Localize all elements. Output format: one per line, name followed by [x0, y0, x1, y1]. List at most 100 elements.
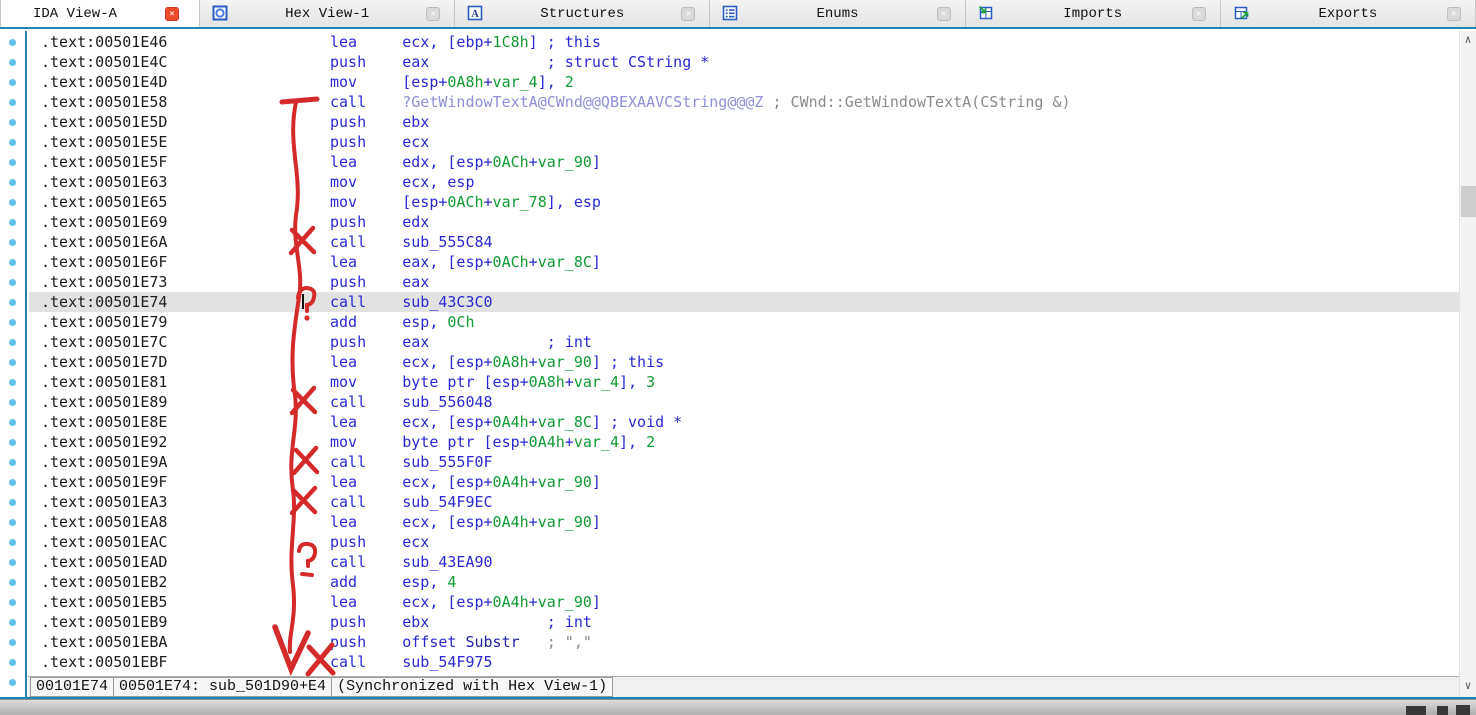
asm-mnemonic: lea [330, 153, 402, 171]
asm-token: edx, [esp+ [402, 153, 492, 171]
tab-bar: IDA View-A✕Hex View-1✕AStructures✕Enums✕… [0, 0, 1476, 29]
asm-token: ] [592, 473, 601, 491]
asm-line[interactable]: .text:00501E73 push eax [29, 272, 1459, 292]
asm-line[interactable]: .text:00501E8E lea ecx, [esp+0A4h+var_8C… [29, 412, 1459, 432]
asm-token: ecx [402, 133, 429, 151]
asm-address: .text:00501E69 [41, 213, 330, 231]
asm-line[interactable]: .text:00501E4C push eax ; struct CString… [29, 52, 1459, 72]
tab-close-icon[interactable]: ✕ [681, 7, 695, 21]
scrollbar-thumb[interactable] [1461, 186, 1476, 217]
asm-line[interactable]: .text:00501EB5 lea ecx, [esp+0A4h+var_90… [29, 592, 1459, 612]
asm-line[interactable]: .text:00501E6A call sub_555C84 [29, 232, 1459, 252]
asm-token: ] [592, 593, 601, 611]
asm-address: .text:00501E58 [41, 93, 330, 111]
asm-line[interactable]: .text:00501EA3 call sub_54F9EC [29, 492, 1459, 512]
asm-line[interactable]: .text:00501EBA push offset Substr ; "," [29, 632, 1459, 652]
asm-line[interactable]: .text:00501E92 mov byte ptr [esp+0A4h+va… [29, 432, 1459, 452]
taskbar-item [1456, 705, 1470, 715]
instruction-dot-icon [9, 159, 16, 166]
instruction-dot-icon [9, 259, 16, 266]
asm-line[interactable]: .text:00501EA8 lea ecx, [esp+0A4h+var_90… [29, 512, 1459, 532]
tab-close-icon[interactable]: ✕ [165, 7, 179, 21]
status-address-label: 00501E74: sub_501D90+E4 [113, 677, 332, 697]
instruction-dot-icon [9, 299, 16, 306]
disassembly-view[interactable]: .text:00501E46 lea ecx, [ebp+1C8h] ; thi… [0, 31, 1459, 697]
asm-token: 0A8h [529, 373, 565, 391]
asm-token: var_4 [574, 373, 619, 391]
asm-token: var_90 [538, 353, 592, 371]
asm-line[interactable]: .text:00501E79 add esp, 0Ch [29, 312, 1459, 332]
asm-line[interactable]: .text:00501E46 lea ecx, [ebp+1C8h] ; thi… [29, 32, 1459, 52]
asm-line[interactable]: .text:00501E65 mov [esp+0ACh+var_78], es… [29, 192, 1459, 212]
asm-token: sub_43EA90 [402, 553, 492, 571]
asm-token: eax ; int [402, 333, 592, 351]
asm-mnemonic: call [330, 393, 402, 411]
asm-address: .text:00501E73 [41, 273, 330, 291]
asm-line[interactable]: .text:00501E69 push edx [29, 212, 1459, 232]
asm-token: ?GetWindowTextA@CWnd@@QBEXAAVCString@@@Z [402, 93, 763, 111]
asm-line[interactable]: .text:00501E5D push ebx [29, 112, 1459, 132]
asm-line[interactable]: .text:00501EB9 push ebx ; int [29, 612, 1459, 632]
asm-line[interactable]: .text:00501E7D lea ecx, [esp+0A8h+var_90… [29, 352, 1459, 372]
asm-line[interactable]: .text:00501EBF call sub_54F975 [29, 652, 1459, 672]
asm-token: + [529, 353, 538, 371]
ida-window: IDA View-A✕Hex View-1✕AStructures✕Enums✕… [0, 0, 1476, 715]
asm-line[interactable]: .text:00501E7C push eax ; int [29, 332, 1459, 352]
asm-token: var_90 [538, 473, 592, 491]
asm-line[interactable]: .text:00501E81 mov byte ptr [esp+0A8h+va… [29, 372, 1459, 392]
tab-structures[interactable]: AStructures✕ [455, 0, 710, 27]
vertical-scrollbar[interactable]: ∧ ∨ [1459, 31, 1476, 697]
scroll-down-arrow-icon[interactable]: ∨ [1460, 679, 1476, 695]
asm-line[interactable]: .text:00501EAD call sub_43EA90 [29, 552, 1459, 572]
asm-mnemonic: mov [330, 73, 402, 91]
asm-address: .text:00501EB2 [41, 573, 330, 591]
instruction-dot-icon [9, 579, 16, 586]
asm-line[interactable]: .text:00501E4D mov [esp+0A8h+var_4], 2 [29, 72, 1459, 92]
instruction-dot-icon [9, 479, 16, 486]
asm-line[interactable]: .text:00501E9F lea ecx, [esp+0A4h+var_90… [29, 472, 1459, 492]
asm-line[interactable]: .text:00501E63 mov ecx, esp [29, 172, 1459, 192]
asm-line[interactable]: .text:00501E9A call sub_555F0F [29, 452, 1459, 472]
tab-imports[interactable]: Imports✕ [966, 0, 1221, 27]
asm-line[interactable]: .text:00501EB2 add esp, 4 [29, 572, 1459, 592]
asm-mnemonic: mov [330, 193, 402, 211]
tab-label: Exports [1221, 6, 1475, 22]
tab-exports[interactable]: Exports✕ [1221, 0, 1476, 27]
tab-hex-view-1[interactable]: Hex View-1✕ [200, 0, 455, 27]
asm-token: + [529, 153, 538, 171]
asm-address: .text:00501E7C [41, 333, 330, 351]
asm-line[interactable]: .text:00501E89 call sub_556048 [29, 392, 1459, 412]
tab-close-icon[interactable]: ✕ [1447, 7, 1461, 21]
asm-address: .text:00501E7D [41, 353, 330, 371]
asm-token: var_90 [538, 593, 592, 611]
status-bar: 00101E74 00501E74: sub_501D90+E4 (Synchr… [28, 676, 1459, 697]
asm-token: offset [402, 633, 465, 651]
asm-address: .text:00501EBA [41, 633, 330, 651]
asm-token: 0A4h [493, 473, 529, 491]
asm-line[interactable]: .text:00501E58 call ?GetWindowTextA@CWnd… [29, 92, 1459, 112]
asm-token: ] [592, 253, 601, 271]
taskbar-sliver [0, 699, 1476, 715]
asm-token: var_4 [574, 433, 619, 451]
tab-close-icon[interactable]: ✕ [1192, 7, 1206, 21]
asm-line[interactable]: .text:00501E6F lea eax, [esp+0ACh+var_8C… [29, 252, 1459, 272]
asm-token: ecx, esp [402, 173, 474, 191]
asm-token: sub_556048 [402, 393, 492, 411]
instruction-dot-icon [9, 639, 16, 646]
scroll-up-arrow-icon[interactable]: ∧ [1460, 33, 1476, 49]
tab-enums[interactable]: Enums✕ [710, 0, 965, 27]
asm-line[interactable]: .text:00501E5F lea edx, [esp+0ACh+var_90… [29, 152, 1459, 172]
asm-token: + [529, 513, 538, 531]
asm-line[interactable]: .text:00501EAC push ecx [29, 532, 1459, 552]
tab-close-icon[interactable]: ✕ [937, 7, 951, 21]
tab-close-icon[interactable]: ✕ [426, 7, 440, 21]
instruction-dot-icon [9, 539, 16, 546]
asm-token: ] ; void * [592, 413, 682, 431]
asm-token: sub_54F9EC [402, 493, 492, 511]
asm-line[interactable]: .text:00501E74 call sub_43C3C0 [29, 292, 1459, 312]
instruction-dot-icon [9, 419, 16, 426]
tab-ida-view-a[interactable]: IDA View-A✕ [0, 0, 200, 27]
asm-token: eax ; struct CString * [402, 53, 709, 71]
asm-token: 0ACh [447, 193, 483, 211]
asm-line[interactable]: .text:00501E5E push ecx [29, 132, 1459, 152]
